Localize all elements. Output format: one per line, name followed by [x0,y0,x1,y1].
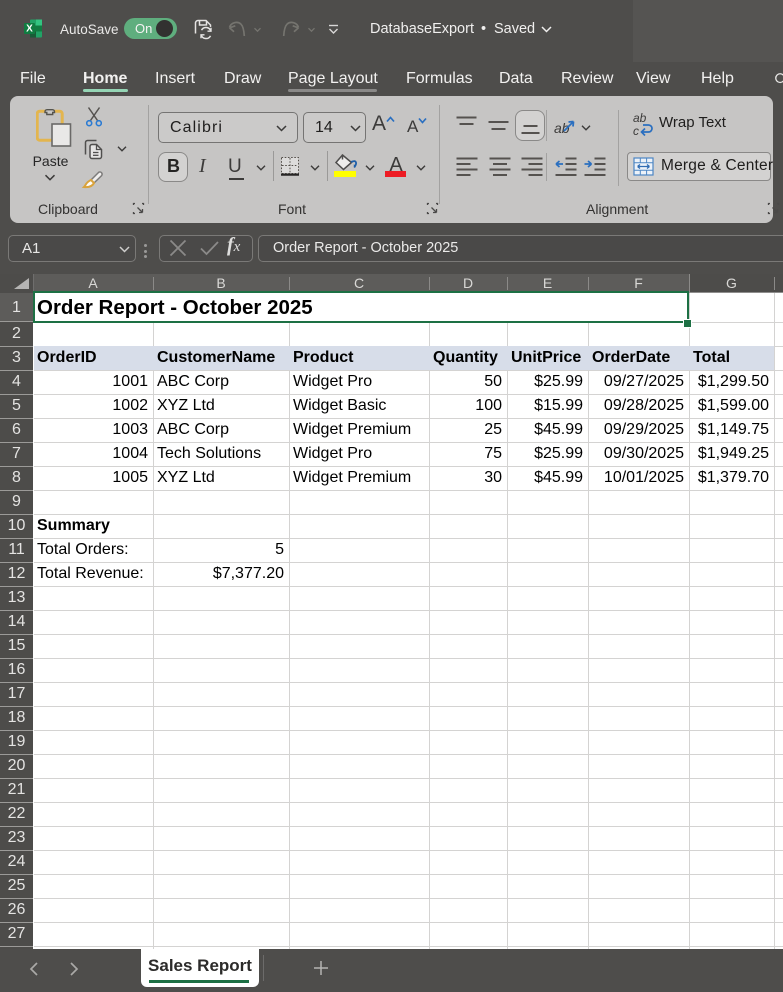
svg-text:c: c [633,124,639,137]
svg-text:X: X [26,24,33,35]
